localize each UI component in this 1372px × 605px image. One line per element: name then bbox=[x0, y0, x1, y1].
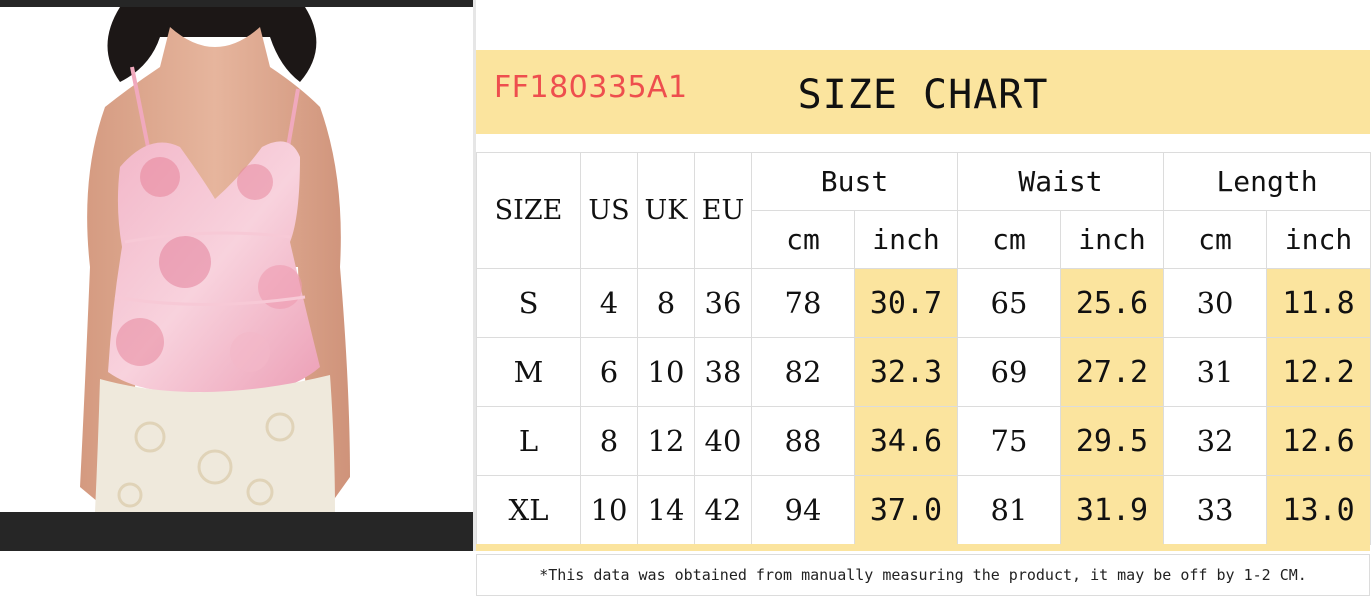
cell-bust-cm: 94 bbox=[751, 475, 855, 545]
product-photo-illustration bbox=[0, 7, 473, 512]
chart-title-text: SIZE CHART bbox=[797, 72, 1049, 118]
unit-length-cm: cm bbox=[1163, 210, 1268, 269]
cell-uk: 14 bbox=[637, 475, 695, 545]
cell-waist-cm: 81 bbox=[957, 475, 1061, 545]
cell-waist-inch: 25.6 bbox=[1059, 268, 1165, 338]
header-length: Length bbox=[1163, 152, 1372, 211]
cell-size: S bbox=[476, 268, 581, 338]
header-row-groups: SIZE US UK EU Bust Waist Length bbox=[476, 152, 1372, 269]
cell-eu: 36 bbox=[694, 268, 752, 338]
size-chart: FF180335A1 SIZE CHART SIZE US UK EU Bust… bbox=[476, 48, 1372, 596]
product-photo bbox=[0, 0, 473, 551]
cell-waist-inch: 29.5 bbox=[1059, 406, 1165, 476]
cell-us: 10 bbox=[580, 475, 638, 545]
cell-bust-cm: 82 bbox=[751, 337, 855, 407]
cell-eu: 42 bbox=[694, 475, 752, 545]
unit-waist-inch: inch bbox=[1059, 210, 1165, 269]
cell-bust-cm: 88 bbox=[751, 406, 855, 476]
cell-length-inch: 12.2 bbox=[1266, 337, 1372, 407]
unit-waist-cm: cm bbox=[957, 210, 1061, 269]
cell-eu: 38 bbox=[694, 337, 752, 407]
cell-waist-cm: 65 bbox=[957, 268, 1061, 338]
measurement-note: *This data was obtained from manually me… bbox=[476, 554, 1370, 596]
cell-waist-inch: 27.2 bbox=[1059, 337, 1165, 407]
cell-uk: 10 bbox=[637, 337, 695, 407]
photo-top-frame bbox=[0, 0, 473, 7]
cell-bust-inch: 32.3 bbox=[854, 337, 958, 407]
table-row: M 6 10 38 82 32.3 69 27.2 31 12.2 bbox=[476, 337, 1372, 407]
header-size: SIZE bbox=[476, 152, 581, 269]
cell-length-cm: 31 bbox=[1163, 337, 1268, 407]
cell-us: 4 bbox=[580, 268, 638, 338]
header-eu: EU bbox=[694, 152, 752, 269]
header-waist: Waist bbox=[956, 152, 1165, 211]
cell-length-cm: 32 bbox=[1163, 406, 1268, 476]
unit-length-inch: inch bbox=[1266, 210, 1372, 269]
table-row: XL 10 14 42 94 37.0 81 31.9 33 13.0 bbox=[476, 475, 1372, 545]
cell-length-inch: 13.0 bbox=[1266, 475, 1372, 545]
photo-bottom-frame bbox=[0, 512, 473, 551]
header-bust: Bust bbox=[751, 152, 958, 211]
unit-bust-cm: cm bbox=[751, 210, 855, 269]
cell-bust-inch: 30.7 bbox=[854, 268, 958, 338]
cell-length-cm: 30 bbox=[1163, 268, 1268, 338]
title-bar: FF180335A1 SIZE CHART bbox=[476, 50, 1370, 134]
cell-us: 8 bbox=[580, 406, 638, 476]
cell-uk: 12 bbox=[637, 406, 695, 476]
cell-eu: 40 bbox=[694, 406, 752, 476]
cell-size: M bbox=[476, 337, 581, 407]
cell-waist-inch: 31.9 bbox=[1059, 475, 1165, 545]
cell-waist-cm: 69 bbox=[957, 337, 1061, 407]
cell-bust-inch: 37.0 bbox=[854, 475, 958, 545]
chart-title: SIZE CHART bbox=[476, 72, 1370, 118]
cell-us: 6 bbox=[580, 337, 638, 407]
cell-length-cm: 33 bbox=[1163, 475, 1268, 545]
cell-length-inch: 12.6 bbox=[1266, 406, 1372, 476]
note-divider bbox=[476, 544, 1370, 551]
table-row: S 4 8 36 78 30.7 65 25.6 30 11.8 bbox=[476, 268, 1372, 338]
cell-size: L bbox=[476, 406, 581, 476]
header-us: US bbox=[580, 152, 638, 269]
cell-length-inch: 11.8 bbox=[1266, 268, 1372, 338]
cell-waist-cm: 75 bbox=[957, 406, 1061, 476]
cell-uk: 8 bbox=[637, 268, 695, 338]
cell-bust-inch: 34.6 bbox=[854, 406, 958, 476]
size-table: SIZE US UK EU Bust Waist Length cm inch … bbox=[476, 152, 1372, 545]
unit-bust-inch: inch bbox=[854, 210, 958, 269]
table-row: L 8 12 40 88 34.6 75 29.5 32 12.6 bbox=[476, 406, 1372, 476]
header-uk: UK bbox=[637, 152, 695, 269]
cell-size: XL bbox=[476, 475, 581, 545]
cell-bust-cm: 78 bbox=[751, 268, 855, 338]
